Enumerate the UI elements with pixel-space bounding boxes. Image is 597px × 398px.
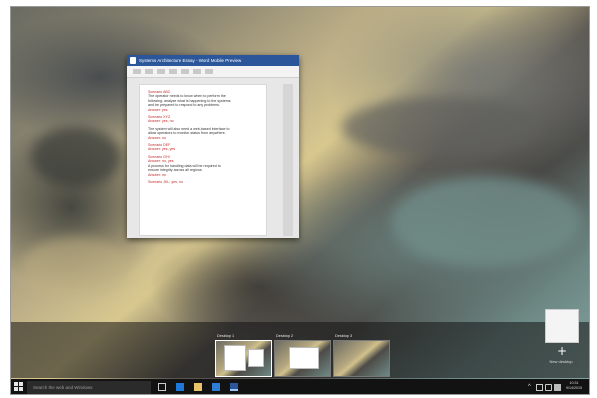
notification-icon[interactable] [554,384,561,391]
monitor-screen: Systems Architecture Essay - Word Mobile… [10,6,590,395]
window-title: Systems Architecture Essay - Word Mobile… [139,58,242,63]
desktop-preview [333,340,390,377]
new-desktop-card[interactable] [545,309,579,343]
ribbon-tab[interactable] [145,69,153,74]
new-desktop-plus-icon[interactable]: + [555,345,569,357]
document-scrollbar[interactable] [283,84,293,236]
windows-logo-icon [14,382,18,386]
desktop-label: Desktop 1 [217,334,235,338]
ribbon [127,66,299,78]
document-page[interactable]: Scenario ABC The operator needs to know w… [139,84,267,236]
desktop-preview [274,340,331,377]
store-icon[interactable] [212,383,220,391]
word-window-thumbnail[interactable]: Systems Architecture Essay - Word Mobile… [127,55,299,238]
desktop-preview [215,340,272,377]
document-area: Scenario ABC The operator needs to know w… [127,78,299,238]
document-line: Scenario JKL: yes, no [148,179,183,184]
ribbon-tab[interactable] [181,69,189,74]
search-box[interactable]: Search the web and Windows [27,381,151,394]
desktop-label: Desktop 3 [335,334,353,338]
ribbon-tab[interactable] [169,69,177,74]
network-icon[interactable] [536,384,543,391]
ribbon-tab[interactable] [157,69,165,74]
ribbon-tab[interactable] [205,69,213,74]
file-explorer-icon[interactable] [194,383,202,391]
desktop-thumbnail-2[interactable]: Desktop 2 [274,333,331,377]
window-title-bar[interactable]: Systems Architecture Essay - Word Mobile… [127,55,299,66]
desktop-thumbnail-1[interactable]: Desktop 1 [215,333,272,377]
clock[interactable]: 10:31 9/14/2015 [563,381,585,391]
ribbon-tab[interactable] [193,69,201,74]
taskbar: Search the web and Windows ^ 10:31 9/14/… [11,379,589,394]
clock-date: 9/14/2015 [566,386,582,390]
word-app-icon [130,57,136,64]
start-button[interactable] [14,382,24,392]
word-taskbar-icon[interactable] [230,383,238,391]
ribbon-tab[interactable] [133,69,141,74]
desktop-label: Desktop 2 [276,334,294,338]
volume-icon[interactable] [545,384,552,391]
task-view-icon[interactable] [158,383,166,391]
desktop-thumbnail-3[interactable]: Desktop 3 [333,333,390,377]
new-desktop-label[interactable]: New desktop [541,359,581,364]
edge-icon[interactable] [176,383,184,391]
chevron-up-icon[interactable]: ^ [528,384,534,391]
